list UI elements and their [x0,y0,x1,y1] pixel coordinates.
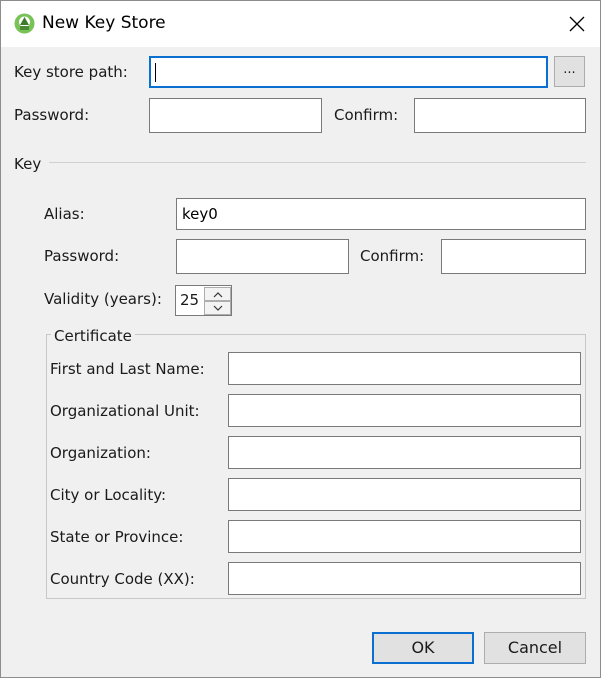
keystore-confirm-label: Confirm: [334,106,399,124]
validity-increment-button[interactable] [204,287,231,301]
state-province-input[interactable] [228,520,581,553]
key-password-label: Password: [44,247,120,265]
validity-label: Validity (years): [44,290,162,308]
organizational-unit-label: Organizational Unit: [50,402,200,420]
validity-spinner[interactable]: 25 [175,285,232,316]
android-studio-icon [14,13,35,34]
close-button[interactable] [554,1,600,47]
validity-decrement-button[interactable] [204,301,231,315]
country-code-input[interactable] [228,562,581,595]
key-confirm-input[interactable] [441,239,586,274]
keystore-password-input[interactable] [149,98,322,133]
key-store-path-label: Key store path: [14,63,128,81]
first-last-name-input[interactable] [228,352,581,385]
organizational-unit-input[interactable] [228,394,581,427]
key-section-label: Key [14,155,42,173]
chevron-down-icon [213,305,223,311]
city-locality-label: City or Locality: [50,486,167,504]
keystore-password-label: Password: [14,106,90,124]
first-last-name-label: First and Last Name: [50,360,205,378]
chevron-up-icon [213,292,223,298]
browse-button[interactable]: ... [554,56,585,87]
close-icon [569,16,585,32]
window-title: New Key Store [42,13,166,33]
key-section-separator [49,162,586,163]
ok-button[interactable]: OK [372,632,474,664]
organization-input[interactable] [228,436,581,469]
state-province-label: State or Province: [50,528,184,546]
city-locality-input[interactable] [228,478,581,511]
validity-value: 25 [180,291,200,309]
alias-label: Alias: [44,205,85,223]
key-store-path-input[interactable] [149,56,548,88]
alias-input[interactable]: key0 [176,198,586,230]
certificate-group-title: Certificate [51,327,135,345]
new-key-store-dialog: New Key Store Key store path: ... Passwo… [0,0,601,678]
keystore-confirm-input[interactable] [414,98,586,133]
key-password-input[interactable] [176,239,349,274]
country-code-label: Country Code (XX): [50,570,195,588]
cancel-button[interactable]: Cancel [484,632,586,664]
key-confirm-label: Confirm: [360,247,425,265]
title-bar: New Key Store [1,1,600,47]
text-caret [155,63,156,82]
organization-label: Organization: [50,444,151,462]
